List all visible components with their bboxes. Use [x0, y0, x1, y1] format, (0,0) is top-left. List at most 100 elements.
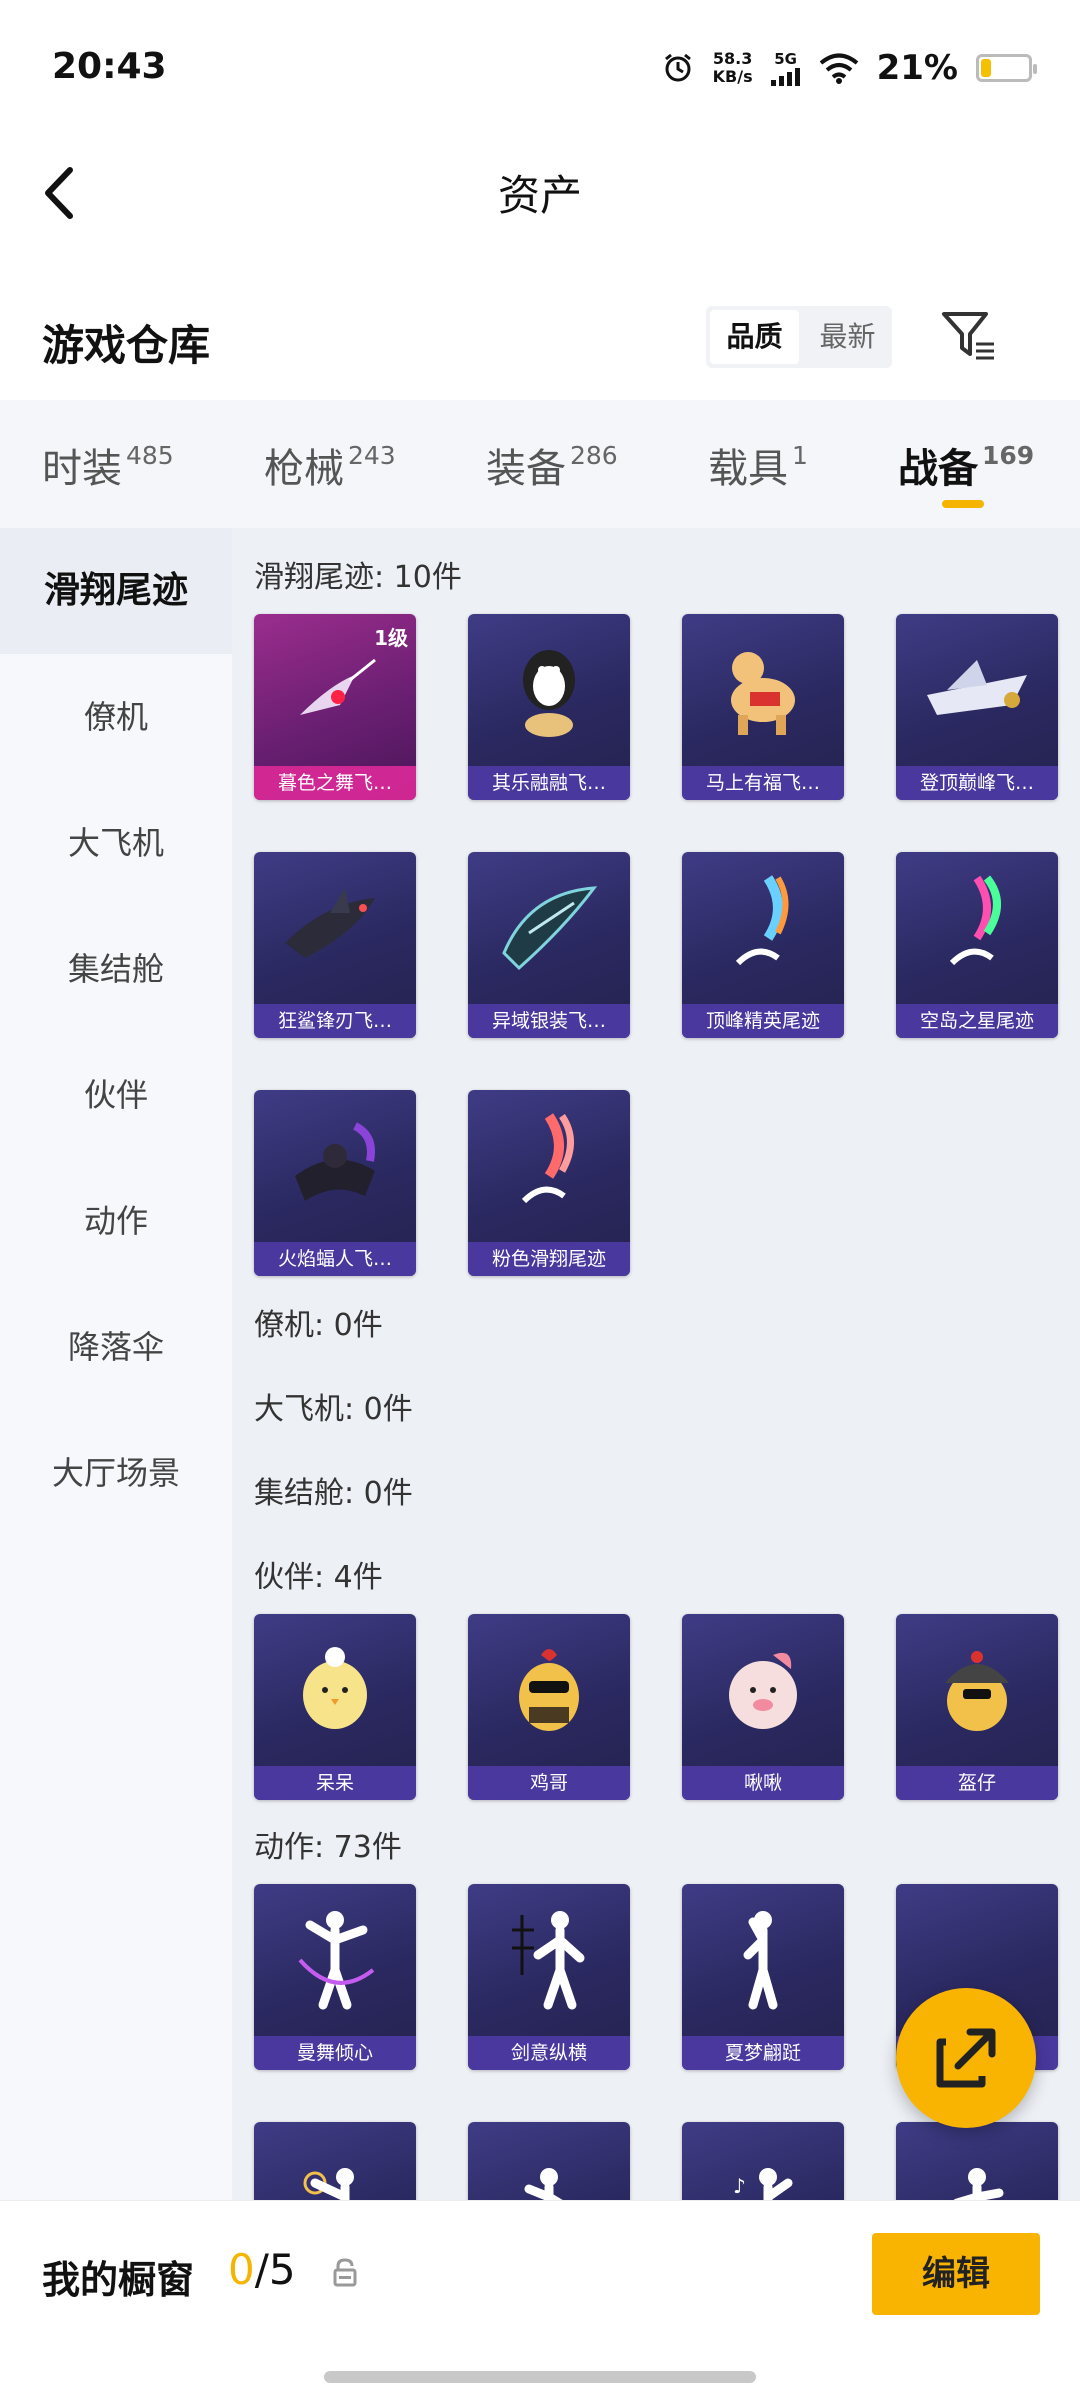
item-card[interactable]: 其乐融融飞… — [468, 614, 630, 800]
showcase-count: 0/5 — [228, 2245, 296, 2294]
tab-equipment[interactable]: 装备 286 — [486, 436, 618, 494]
item-art — [896, 1614, 1058, 1766]
item-card[interactable]: 盔仔 — [896, 1614, 1058, 1800]
sidebar-item-cabin[interactable]: 集结舱 — [0, 944, 232, 990]
bottom-bar: 我的橱窗 0/5 编辑 — [0, 2200, 1080, 2400]
page-title: 资产 — [497, 171, 582, 220]
item-card[interactable]: ♪ — [682, 2122, 844, 2200]
horse-icon — [731, 652, 795, 735]
group-title-wingman: 僚机: 0件 — [254, 1308, 383, 1343]
glider-icon — [927, 660, 1027, 715]
tab-vehicles[interactable]: 载具 1 — [708, 436, 808, 494]
speed-value: 58.3 — [712, 49, 753, 68]
battery-icon — [976, 54, 1037, 82]
item-name: 呆呆 — [254, 1766, 416, 1800]
tab-count: 169 — [982, 441, 1035, 470]
showcase-label: 我的橱窗 — [42, 2258, 195, 2302]
item-card[interactable]: 顶峰精英尾迹 — [682, 852, 844, 1038]
tab-count: 1 — [792, 441, 808, 470]
signal-icon — [770, 68, 800, 86]
tab-active-indicator — [942, 500, 984, 508]
item-name: 盔仔 — [896, 1766, 1058, 1800]
showcase-current: 0 — [228, 2245, 255, 2294]
item-art — [896, 2122, 1058, 2200]
item-card[interactable]: 马上有福飞… — [682, 614, 844, 800]
item-art — [468, 1884, 630, 2036]
tab-count: 286 — [570, 441, 618, 470]
status-time: 20:43 — [52, 46, 167, 87]
tab-count: 485 — [126, 441, 174, 470]
top-nav: 资产 — [0, 140, 1080, 250]
item-card[interactable] — [254, 2122, 416, 2200]
item-art — [468, 852, 630, 1004]
tab-count: 243 — [348, 441, 396, 470]
item-art — [254, 852, 416, 1004]
item-card[interactable]: 狂鲨锋刃飞… — [254, 852, 416, 1038]
item-card[interactable]: 异域银装飞… — [468, 852, 630, 1038]
alarm-icon — [664, 53, 691, 82]
item-card[interactable]: 曼舞倾心 — [254, 1884, 416, 2070]
item-card[interactable]: 鸡哥 — [468, 1614, 630, 1800]
sidebar-item-wingman[interactable]: 僚机 — [0, 692, 232, 738]
item-art — [468, 614, 630, 766]
sidebar-item-trail[interactable]: 滑翔尾迹 — [0, 528, 232, 654]
chicken-icon — [519, 1649, 579, 1731]
sidebar-item-plane[interactable]: 大飞机 — [0, 818, 232, 864]
item-card[interactable]: 啾啾 — [682, 1614, 844, 1800]
filter-icon[interactable] — [938, 304, 1000, 366]
wifi-icon — [819, 53, 858, 84]
item-card[interactable]: 剑意纵横 — [468, 1884, 630, 2070]
item-card[interactable]: 呆呆 — [254, 1614, 416, 1800]
group-title-emote: 动作: 73件 — [254, 1830, 402, 1865]
batman-icon — [295, 1122, 375, 1201]
chick-icon — [303, 1647, 367, 1729]
item-card[interactable]: 火焰蝠人飞… — [254, 1090, 416, 1276]
tab-weapons[interactable]: 枪械 243 — [264, 436, 396, 494]
item-name: 登顶巅峰飞… — [896, 766, 1058, 800]
item-name: 顶峰精英尾迹 — [682, 1004, 844, 1038]
tab-label: 枪械 — [264, 446, 344, 492]
item-level-badge: 1级 — [374, 626, 408, 650]
tab-label: 时装 — [42, 446, 122, 492]
dancer-icon: ♪ — [733, 2168, 793, 2200]
item-card[interactable]: 登顶巅峰飞… — [896, 614, 1058, 800]
sidebar-item-partner[interactable]: 伙伴 — [0, 1070, 232, 1116]
tab-fashion[interactable]: 时装 485 — [42, 436, 174, 494]
dancer-icon — [303, 2168, 354, 2200]
item-art — [468, 2122, 630, 2200]
dancer-icon — [743, 1911, 778, 2010]
item-card[interactable]: 空岛之星尾迹 — [896, 852, 1058, 1038]
lock-icon — [333, 2258, 357, 2287]
sidebar-item-emote[interactable]: 动作 — [0, 1196, 232, 1242]
sort-newest-button[interactable]: 最新 — [803, 306, 892, 368]
sort-quality-button[interactable]: 品质 — [710, 310, 799, 364]
item-card[interactable]: 粉色滑翔尾迹 — [468, 1090, 630, 1276]
item-art — [468, 1090, 630, 1242]
item-card[interactable] — [468, 2122, 630, 2200]
item-name: 夏梦翩跹 — [682, 2036, 844, 2070]
item-name: 空岛之星尾迹 — [896, 1004, 1058, 1038]
sort-toggle: 品质 最新 — [706, 306, 892, 368]
helmet-chick-icon — [945, 1651, 1009, 1731]
edit-button[interactable]: 编辑 — [872, 2233, 1040, 2315]
warehouse-title: 游戏仓库 — [42, 321, 211, 370]
penguin-icon — [523, 650, 575, 737]
item-art — [682, 852, 844, 1004]
item-art — [254, 1614, 416, 1766]
tab-label: 载具 — [708, 446, 788, 492]
item-art — [896, 614, 1058, 766]
item-art — [254, 2122, 416, 2200]
group-title-plane: 大飞机: 0件 — [254, 1392, 413, 1427]
item-name: 剑意纵横 — [468, 2036, 630, 2070]
item-card[interactable] — [896, 2122, 1058, 2200]
shark-icon — [285, 888, 375, 958]
speed-unit: KB/s — [712, 67, 753, 86]
share-button[interactable] — [896, 1988, 1036, 2128]
sidebar-item-parachute[interactable]: 降落伞 — [0, 1322, 232, 1368]
item-card[interactable]: 1级 暮色之舞飞… — [254, 614, 416, 800]
tab-readiness[interactable]: 战备 169 — [898, 436, 1035, 508]
dancer-icon — [524, 2168, 563, 2200]
battery-percent: 21% — [876, 48, 958, 88]
sidebar-item-lobby[interactable]: 大厅场景 — [0, 1448, 232, 1494]
item-card[interactable]: 夏梦翩跹 — [682, 1884, 844, 2070]
